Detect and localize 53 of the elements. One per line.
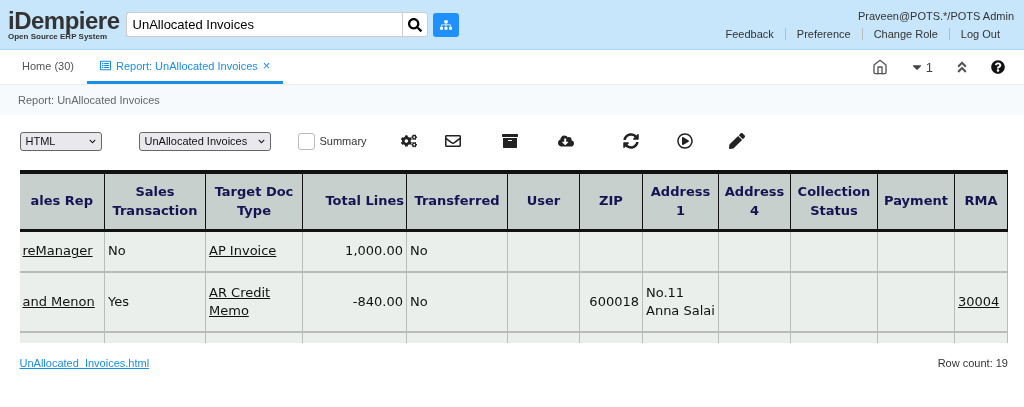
table-cell: No.11 Anna Salai	[646, 284, 715, 318]
sitemap-icon	[439, 18, 452, 31]
column-header: Transferred	[406, 173, 508, 231]
header-link[interactable]: Change Role	[861, 27, 949, 40]
header-link[interactable]: Feedback	[714, 27, 785, 40]
home-icon[interactable]	[871, 59, 888, 75]
tab-list-button[interactable]: 1	[909, 59, 933, 75]
user-name: Praveen@POTS.*/POTS Admin	[857, 9, 1014, 22]
search-field[interactable]: UnAllocated Invoices	[125, 12, 402, 37]
summary-label: Summary	[319, 135, 367, 147]
column-header: Collection Status	[790, 173, 878, 231]
tab[interactable]: Home (30)	[9, 50, 87, 84]
header-link[interactable]: Preference	[784, 27, 862, 40]
table-cell: No	[108, 243, 126, 259]
column-header: ZIP	[579, 173, 643, 231]
column-header: Payment	[877, 173, 955, 231]
column-header: Target Doc Type	[205, 173, 303, 231]
table-cell: Yes	[108, 293, 129, 309]
column-header: ales Rep	[19, 173, 105, 231]
column-header: Sales Transaction	[104, 173, 206, 231]
header-link[interactable]: Log Out	[948, 27, 1014, 40]
close-button[interactable]: ×	[262, 58, 271, 73]
settings-button[interactable]	[400, 133, 417, 149]
file-link[interactable]: UnAllocated_Invoices.html	[19, 357, 150, 369]
table-cell: 1,000.00	[345, 243, 403, 259]
refresh-button[interactable]	[622, 133, 639, 149]
column-header: User	[507, 173, 580, 231]
column-header: Address 1	[642, 173, 719, 231]
archive-button[interactable]	[501, 133, 518, 149]
column-header: RMA	[954, 173, 1008, 231]
pencil-button[interactable]	[728, 133, 745, 149]
summary-checkbox[interactable]	[297, 132, 315, 150]
report-icon	[99, 60, 111, 71]
search-button[interactable]	[401, 12, 428, 37]
column-header: Address 4	[718, 173, 791, 231]
logo-text: iDempiere	[8, 8, 120, 33]
table-cell: No	[410, 293, 428, 309]
chevron-down-icon	[257, 137, 265, 145]
row-count: Row count: 19	[937, 357, 1008, 369]
print-format-select[interactable]: UnAllocated Invoices	[138, 131, 271, 151]
chevron-down-icon	[88, 137, 96, 145]
play-button[interactable]	[676, 133, 693, 149]
column-header: Total Lines	[302, 173, 407, 231]
help-icon[interactable]	[991, 60, 1005, 74]
envelope-button[interactable]	[444, 133, 461, 149]
breadcrumb: Report: UnAllocated Invoices	[18, 94, 160, 106]
table-cell: -840.00	[352, 293, 403, 309]
cloud-download-button[interactable]	[557, 133, 574, 149]
table-cell: No	[410, 243, 428, 259]
collapse-icon[interactable]	[955, 60, 969, 74]
search-icon	[407, 17, 422, 32]
format-select[interactable]: HTML	[19, 131, 102, 151]
table-cell: 600018	[589, 293, 639, 309]
